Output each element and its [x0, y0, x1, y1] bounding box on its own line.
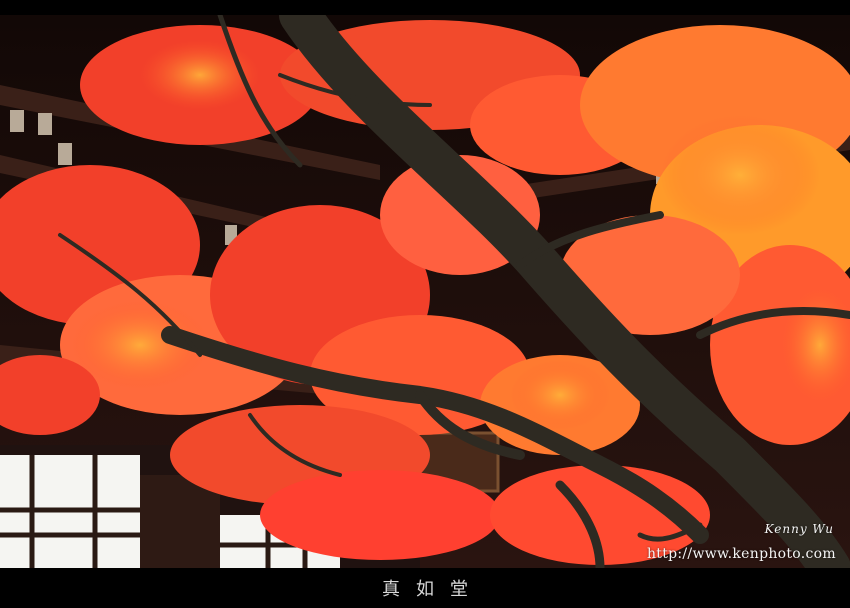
photograph — [0, 15, 850, 568]
watermark-url: http://www.kenphoto.com — [646, 546, 836, 562]
caption-bar: 真如堂 — [0, 568, 850, 608]
caption-title: 真如堂 — [382, 579, 484, 600]
watermark-name: Kenny Wu — [764, 522, 834, 536]
maple-scene — [0, 15, 850, 568]
